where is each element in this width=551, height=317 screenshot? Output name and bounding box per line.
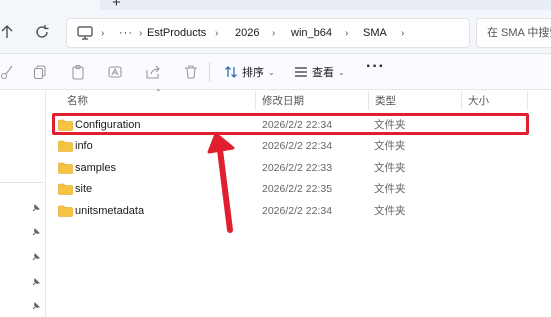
chevron-right-icon: › bbox=[215, 28, 219, 39]
chevron-right-icon: › bbox=[272, 28, 276, 39]
folder-icon bbox=[58, 140, 73, 152]
column-header-name[interactable]: 名称 bbox=[67, 95, 88, 107]
file-name: samples bbox=[75, 162, 116, 174]
sidebar-divider bbox=[0, 182, 44, 183]
search-placeholder: 在 SMA 中搜索 bbox=[487, 27, 551, 39]
address-row: › ··· › EstProducts › 2026 › win_b64 › S… bbox=[0, 10, 551, 54]
delete-icon[interactable] bbox=[183, 64, 199, 80]
file-modified: 2026/2/2 22:35 bbox=[262, 183, 333, 195]
folder-icon bbox=[58, 162, 73, 174]
refresh-icon[interactable] bbox=[34, 24, 50, 40]
file-type: 文件夹 bbox=[374, 205, 406, 217]
pin-icon[interactable] bbox=[31, 227, 41, 237]
breadcrumb-win-b64[interactable]: win_b64 bbox=[291, 27, 332, 40]
pin-icon[interactable] bbox=[31, 203, 41, 213]
copy-icon[interactable] bbox=[32, 64, 48, 80]
computer-icon bbox=[77, 26, 93, 40]
folder-icon bbox=[58, 205, 73, 217]
list-item[interactable]: samples 2026/2/2 22:33 文件夹 bbox=[52, 158, 526, 179]
search-input[interactable]: 在 SMA 中搜索 bbox=[476, 18, 551, 48]
sort-label: 排序 bbox=[242, 67, 264, 79]
file-modified: 2026/2/2 22:34 bbox=[262, 205, 333, 217]
address-bar[interactable]: › ··· › EstProducts › 2026 › win_b64 › S… bbox=[66, 18, 470, 48]
sort-ascending-icon: ⌃ bbox=[155, 88, 162, 97]
rename-icon[interactable] bbox=[107, 64, 123, 80]
pin-icon[interactable] bbox=[31, 277, 41, 287]
column-header-row: ⌃ 名称 修改日期 类型 大小 bbox=[47, 88, 551, 112]
column-header-modified[interactable]: 修改日期 bbox=[262, 95, 304, 107]
column-divider[interactable] bbox=[255, 92, 256, 110]
chevron-right-icon: › bbox=[139, 28, 143, 39]
column-divider[interactable] bbox=[368, 92, 369, 110]
list-item[interactable]: unitsmetadata 2026/2/2 22:34 文件夹 bbox=[52, 201, 526, 222]
chevron-down-icon[interactable]: › bbox=[401, 27, 404, 40]
breadcrumb-sma[interactable]: SMA bbox=[363, 27, 387, 40]
command-bar: 排序 ⌄ 查看 ⌄ ··· bbox=[0, 54, 551, 90]
chevron-right-icon: › bbox=[101, 28, 105, 39]
list-item[interactable]: site 2026/2/2 22:35 文件夹 bbox=[52, 179, 526, 200]
column-divider[interactable] bbox=[461, 92, 462, 110]
chevron-right-icon: › bbox=[345, 28, 349, 39]
chevron-down-icon: ⌄ bbox=[268, 67, 275, 77]
sort-icon bbox=[225, 66, 237, 78]
tab-strip: + bbox=[0, 0, 551, 10]
share-icon[interactable] bbox=[145, 64, 161, 80]
file-type: 文件夹 bbox=[374, 162, 406, 174]
pin-icon[interactable] bbox=[31, 301, 41, 311]
up-arrow-icon[interactable] bbox=[0, 24, 14, 40]
view-icon bbox=[295, 67, 307, 77]
view-label: 查看 bbox=[312, 67, 334, 79]
cut-icon[interactable] bbox=[0, 64, 16, 80]
paste-icon[interactable] bbox=[70, 64, 86, 80]
column-header-size[interactable]: 大小 bbox=[468, 95, 489, 107]
column-header-type[interactable]: 类型 bbox=[375, 95, 396, 107]
toolbar-divider bbox=[209, 62, 210, 82]
more-options-button[interactable]: ··· bbox=[366, 58, 385, 76]
file-name: site bbox=[75, 183, 93, 195]
new-tab-button[interactable]: + bbox=[112, 0, 121, 10]
breadcrumb-estproducts[interactable]: EstProducts bbox=[147, 27, 206, 40]
overflow-crumbs-button[interactable]: ··· bbox=[119, 27, 133, 40]
pin-icon[interactable] bbox=[31, 252, 41, 262]
sort-button[interactable]: 排序 ⌄ bbox=[224, 64, 275, 80]
file-name: unitsmetadata bbox=[75, 205, 145, 217]
chevron-down-icon: ⌄ bbox=[338, 67, 345, 77]
column-divider[interactable] bbox=[527, 92, 528, 110]
folder-icon bbox=[58, 183, 73, 195]
view-button[interactable]: 查看 ⌄ bbox=[294, 64, 345, 80]
highlight-annotation bbox=[52, 113, 529, 135]
list-item[interactable]: info 2026/2/2 22:34 文件夹 bbox=[52, 136, 526, 157]
file-type: 文件夹 bbox=[374, 183, 406, 195]
navigation-pane bbox=[0, 90, 46, 317]
file-name: info bbox=[75, 140, 93, 152]
breadcrumb-2026[interactable]: 2026 bbox=[235, 27, 259, 40]
file-modified: 2026/2/2 22:33 bbox=[262, 162, 333, 174]
file-type: 文件夹 bbox=[374, 140, 406, 152]
file-modified: 2026/2/2 22:34 bbox=[262, 140, 333, 152]
active-tab[interactable] bbox=[0, 0, 100, 10]
